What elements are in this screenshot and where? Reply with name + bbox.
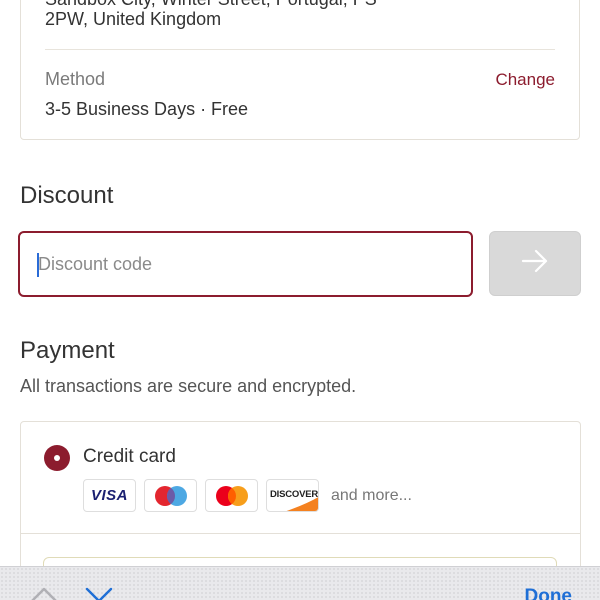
radio-selected-dot bbox=[54, 455, 60, 461]
payment-box-divider bbox=[21, 533, 580, 534]
card-logos-row: VISA DISCOVER and more... bbox=[83, 479, 412, 512]
payment-title: Payment bbox=[20, 337, 115, 364]
text-caret bbox=[37, 253, 39, 277]
method-label: Method bbox=[45, 69, 106, 89]
shipping-summary-card: Sandbox City, Winter Street, Portugal, P… bbox=[20, 0, 580, 140]
maestro-logo bbox=[144, 479, 197, 512]
discount-input-wrapper bbox=[18, 231, 473, 297]
maestro-circles-icon bbox=[154, 485, 187, 506]
credit-card-radio[interactable] bbox=[44, 445, 70, 471]
mastercard-logo bbox=[205, 479, 258, 512]
visa-logo: VISA bbox=[83, 479, 136, 512]
apply-discount-button[interactable] bbox=[489, 231, 581, 296]
visa-logo-text: VISA bbox=[90, 487, 128, 504]
card-divider bbox=[45, 49, 555, 50]
discover-logo: DISCOVER bbox=[266, 479, 319, 512]
mastercard-circles-icon bbox=[215, 485, 248, 506]
chevron-down-icon[interactable] bbox=[85, 585, 113, 600]
keyboard-done-button[interactable]: Done bbox=[525, 586, 573, 600]
chevron-up-icon[interactable] bbox=[30, 585, 58, 600]
method-value: 3-5 Business Days · Free bbox=[45, 99, 249, 119]
more-cards-text: and more... bbox=[331, 486, 412, 504]
payment-subtitle: All transactions are secure and encrypte… bbox=[20, 376, 357, 396]
arrow-right-icon bbox=[521, 249, 549, 278]
credit-card-option-label[interactable]: Credit card bbox=[83, 446, 176, 468]
discover-swoosh-icon bbox=[286, 497, 318, 511]
shipping-address-line2: 2PW, United Kingdom bbox=[45, 9, 222, 29]
discount-code-input[interactable] bbox=[20, 233, 471, 295]
discount-title: Discount bbox=[20, 182, 114, 209]
keyboard-accessory-bar: Done bbox=[0, 566, 600, 600]
change-method-link[interactable]: Change bbox=[495, 70, 555, 90]
